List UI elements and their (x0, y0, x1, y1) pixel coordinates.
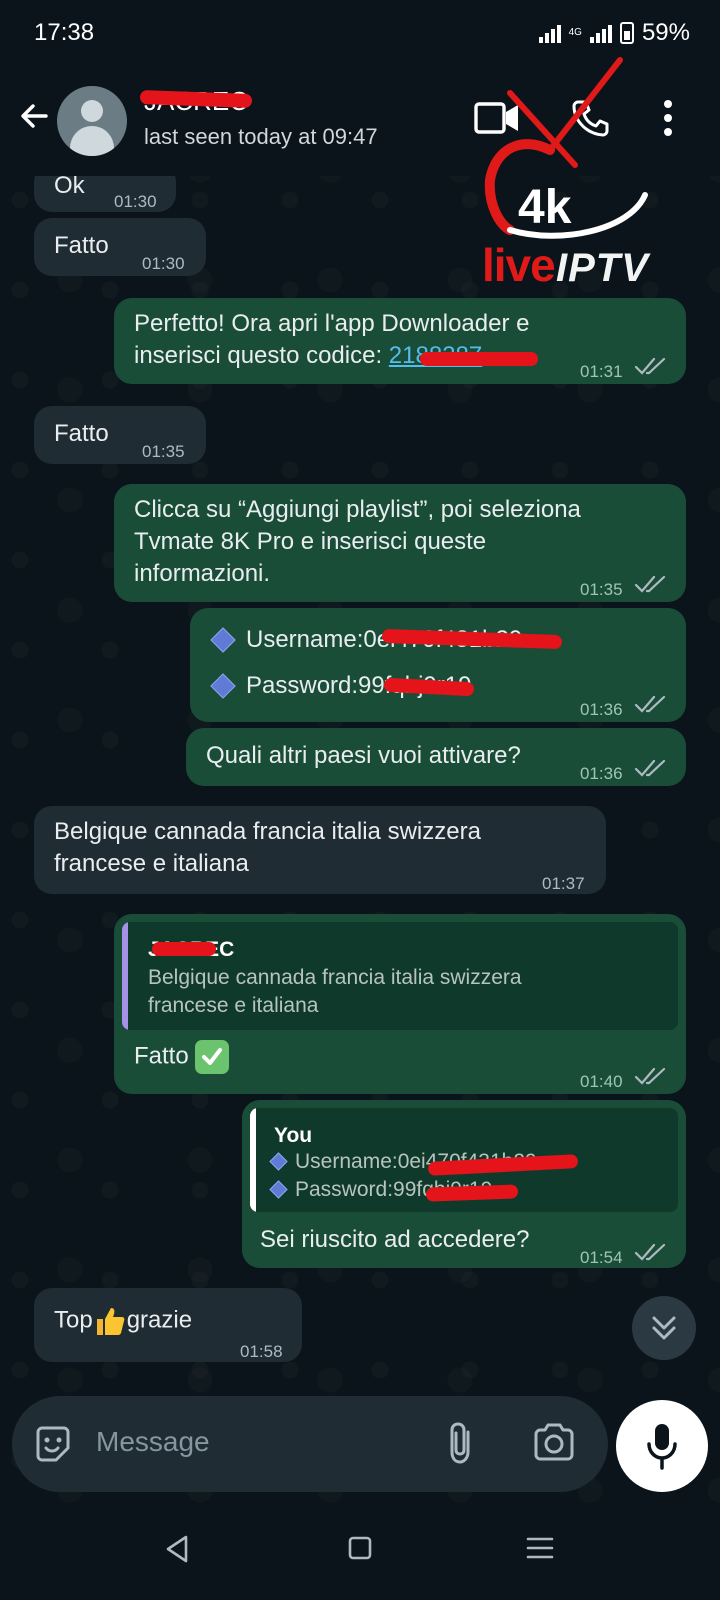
battery-icon (619, 22, 634, 44)
message-time: 01:35 (142, 442, 185, 461)
watermark-iptv: IPTV (556, 246, 649, 290)
message-input[interactable]: Message (96, 1426, 210, 1458)
camera-icon[interactable] (532, 1422, 576, 1462)
signal-icon (538, 23, 561, 43)
message-outgoing[interactable]: Perfetto! Ora apri l'app Downloader e in… (114, 298, 686, 384)
last-seen-status: last seen today at 09:47 (144, 124, 378, 149)
redaction-mark (420, 352, 538, 366)
read-ticks-icon (634, 575, 666, 593)
message-time: 01:54 (580, 1248, 623, 1267)
message-outgoing[interactable]: Quali altri paesi vuoi attivare? 01:36 (186, 728, 686, 786)
signal-icon-2 (589, 23, 612, 43)
quoted-message[interactable]: You Username:0ei470f431b29 Password:99fq… (250, 1108, 678, 1212)
blue-diamond-icon (269, 1152, 288, 1171)
double-chevron-down-icon (652, 1316, 676, 1340)
check-mark-emoji-icon (195, 1040, 230, 1074)
message-text-line1: Perfetto! Ora apri l'app Downloader e (134, 310, 530, 337)
message-text: Ok (54, 176, 85, 199)
message-text: Fatto (134, 1040, 230, 1074)
redaction-mark (425, 1184, 519, 1202)
blue-diamond-icon (210, 626, 236, 653)
message-text: Sei riuscito ad accedere? (260, 1226, 530, 1253)
scroll-to-bottom-button[interactable] (632, 1296, 696, 1360)
avatar[interactable] (57, 86, 127, 156)
message-time: 01:40 (580, 1072, 623, 1091)
message-text-line2: Tvmate 8K Pro e inserisci queste (134, 528, 487, 555)
read-ticks-icon (634, 1243, 666, 1261)
microphone-icon (647, 1424, 677, 1470)
blue-diamond-icon (210, 672, 236, 699)
message-time: 01:36 (580, 764, 623, 783)
redaction-mark (152, 942, 216, 956)
read-ticks-icon (634, 1067, 666, 1085)
read-ticks-icon (634, 357, 666, 375)
quoted-text-line2: francese e italiana (148, 994, 319, 1017)
nav-home-icon[interactable] (348, 1536, 372, 1560)
message-outgoing-reply[interactable]: JACREC Belgique cannada francia italia s… (114, 914, 686, 1094)
watermark-live: live (482, 239, 556, 291)
message-outgoing[interactable]: Username:0ei470f431b29 Password:99fqbj9r… (190, 608, 686, 722)
message-time: 01:37 (542, 874, 585, 893)
sticker-icon[interactable] (32, 1424, 74, 1466)
message-time: 01:36 (580, 700, 623, 719)
quoted-text-line1: Belgique cannada francia italia swizzera (148, 966, 522, 989)
thumbs-up-emoji-icon (96, 1308, 125, 1335)
attach-icon[interactable] (446, 1420, 476, 1466)
message-text: Fatto (54, 420, 109, 447)
back-arrow-icon[interactable] (16, 98, 52, 134)
message-outgoing[interactable]: Clicca su “Aggiungi playlist”, poi selez… (114, 484, 686, 602)
watermark-4k: 4k (518, 181, 572, 234)
message-outgoing-reply[interactable]: You Username:0ei470f431b29 Password:99fq… (242, 1100, 686, 1268)
message-text: Quali altri paesi vuoi attivare? (206, 742, 521, 769)
status-icons: 4G 59% (538, 19, 690, 47)
message-incoming[interactable]: Ok 01:30 (34, 176, 176, 212)
read-ticks-icon (634, 695, 666, 713)
voice-message-button[interactable] (616, 1400, 708, 1492)
message-text: Top grazie (54, 1304, 192, 1338)
message-text: Fatto (54, 232, 109, 259)
message-incoming[interactable]: Top grazie 01:58 (34, 1288, 302, 1362)
message-text-line1: Clicca su “Aggiungi playlist”, poi selez… (134, 496, 581, 523)
message-time: 01:35 (580, 580, 623, 599)
message-incoming[interactable]: Belgique cannada francia italia swizzera… (34, 806, 606, 894)
network-type: 4G (568, 27, 582, 38)
nav-recents-icon[interactable] (526, 1536, 554, 1560)
message-incoming[interactable]: Fatto 01:35 (34, 406, 206, 464)
message-list[interactable]: Ok 01:30 Fatto 01:30 Perfetto! Ora apri … (0, 176, 720, 1380)
message-time: 01:30 (142, 254, 185, 273)
message-composer[interactable]: Message (12, 1396, 608, 1492)
message-text-line3: informazioni. (134, 560, 271, 587)
message-text-line1: Belgique cannada francia italia swizzera (54, 818, 481, 845)
quoted-message[interactable]: JACREC Belgique cannada francia italia s… (122, 922, 678, 1030)
message-incoming[interactable]: Fatto 01:30 (34, 218, 206, 276)
status-time: 17:38 (34, 19, 95, 46)
message-time: 01:58 (240, 1342, 283, 1361)
battery-percent: 59% (641, 19, 690, 46)
nav-back-icon[interactable] (164, 1534, 190, 1564)
message-time: 01:31 (580, 362, 623, 381)
read-ticks-icon (634, 759, 666, 777)
message-time: 01:30 (114, 192, 157, 211)
message-text-line2: francese e italiana (54, 850, 249, 877)
system-nav-bar (0, 1504, 720, 1600)
blue-diamond-icon (269, 1180, 288, 1199)
